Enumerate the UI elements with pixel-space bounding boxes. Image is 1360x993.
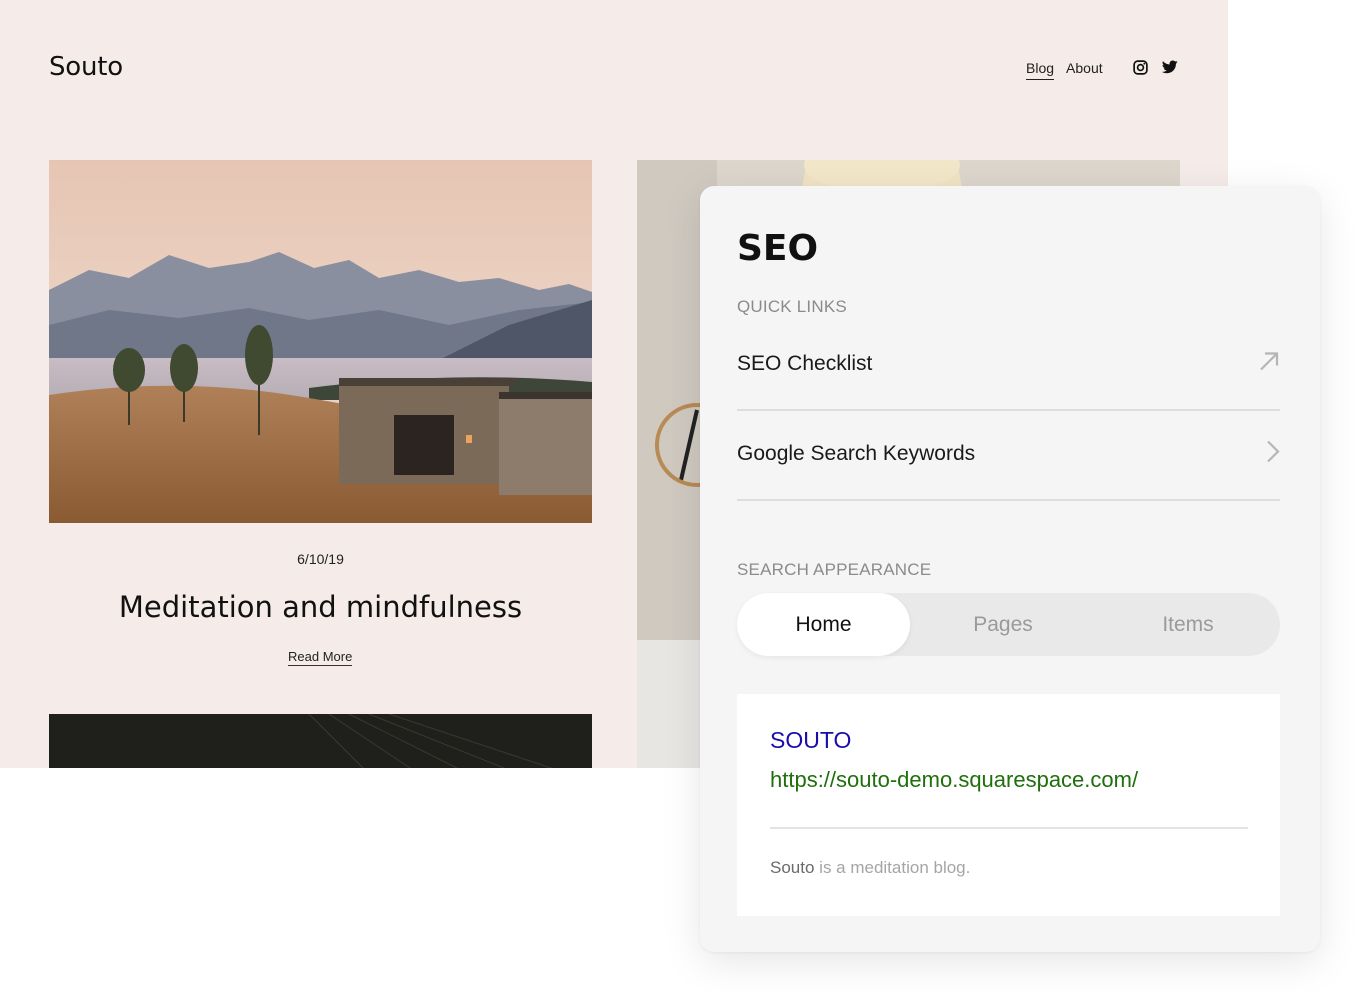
panel-title: SEO	[737, 228, 819, 269]
google-search-keywords-label: Google Search Keywords	[737, 442, 976, 465]
seo-checklist-label: SEO Checklist	[737, 352, 873, 375]
search-result-preview: SOUTO https://souto-demo.squarespace.com…	[737, 694, 1280, 916]
twitter-icon[interactable]	[1162, 60, 1178, 75]
search-appearance-label: SEARCH APPEARANCE	[737, 560, 932, 579]
seo-panel: SEO QUICK LINKS SEO Checklist Google Sea…	[700, 186, 1320, 952]
site-logo[interactable]: Souto	[49, 52, 123, 82]
read-more-link[interactable]: Read More	[288, 649, 353, 666]
post-title[interactable]: Meditation and mindfulness	[49, 590, 592, 624]
nav-link-blog[interactable]: Blog	[1026, 60, 1055, 80]
tab-items[interactable]: Items	[1096, 593, 1280, 656]
nav-link-about[interactable]: About	[1066, 60, 1103, 80]
preview-title: SOUTO	[770, 727, 852, 753]
tab-home[interactable]: Home	[737, 593, 910, 656]
post-image-landscape[interactable]	[49, 160, 592, 523]
preview-url: https://souto-demo.squarespace.com/	[770, 767, 1139, 792]
google-search-keywords-link[interactable]: Google Search Keywords	[737, 409, 1280, 501]
post-image-dark[interactable]	[49, 714, 592, 768]
search-appearance-tabs: Home Pages Items	[737, 593, 1280, 656]
chevron-right-icon	[1266, 440, 1280, 469]
preview-description-site: Souto	[770, 858, 815, 877]
site-nav: Blog About	[1026, 60, 1103, 80]
post-date: 6/10/19	[297, 551, 344, 567]
preview-description: Souto is a meditation blog.	[770, 858, 970, 878]
seo-checklist-link[interactable]: SEO Checklist	[737, 319, 1280, 411]
tab-pages[interactable]: Pages	[910, 593, 1096, 656]
preview-divider	[770, 827, 1248, 829]
quick-links-label: QUICK LINKS	[737, 297, 847, 316]
external-link-arrow-icon	[1258, 351, 1280, 378]
social-links	[1133, 60, 1178, 75]
preview-description-text: is a meditation blog.	[814, 858, 971, 877]
instagram-icon[interactable]	[1133, 60, 1148, 75]
